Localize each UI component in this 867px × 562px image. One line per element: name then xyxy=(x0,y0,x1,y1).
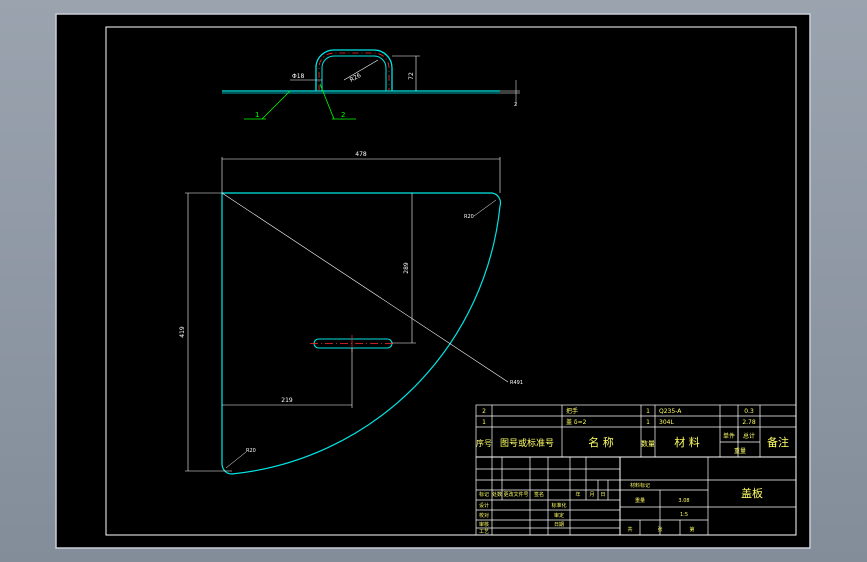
header-note: 备注 xyxy=(767,435,789,449)
bom-row-1-material: Q235-A xyxy=(659,408,682,415)
sheet-of: 张 xyxy=(657,526,662,533)
balloon-1-label: 1 xyxy=(255,111,259,119)
rev-month: 月 xyxy=(589,492,594,498)
role-standard: 标准化 xyxy=(551,502,566,509)
rev-file: 更改文件号 xyxy=(503,491,528,498)
weight-label: 重量 xyxy=(635,497,645,504)
header-total: 总计 xyxy=(743,432,755,440)
role-review: 审核 xyxy=(479,521,489,528)
dim-thickness-label: 2 xyxy=(514,102,517,108)
rev-year: 年 xyxy=(575,491,580,498)
role-approve: 审定 xyxy=(554,512,564,519)
header-qty: 数量 xyxy=(641,439,655,448)
header-weight: 重量 xyxy=(734,447,746,455)
bom-row-2-material: 304L xyxy=(659,419,674,426)
bom-row-1-qty: 1 xyxy=(646,408,650,415)
dim-width-label: 478 xyxy=(355,151,367,158)
balloon-2-label: 2 xyxy=(341,111,345,119)
header-unit: 单件 xyxy=(723,432,735,440)
dim-height-total-label: 419 xyxy=(179,326,186,338)
sheet-prefix: 共 xyxy=(627,526,632,533)
header-index: 序号 xyxy=(476,438,492,448)
dim-offset-label: 219 xyxy=(281,397,293,404)
header-code: 图号或标准号 xyxy=(500,437,554,449)
sheet-no: 第 xyxy=(689,526,694,533)
role-design: 设计 xyxy=(479,502,489,509)
cad-viewport[interactable]: 72 Φ18 R26 2 1 2 R491 478 419 289 219 R2… xyxy=(0,0,867,562)
rev-day: 日 xyxy=(600,492,605,498)
dim-diameter-label: Φ18 xyxy=(292,73,305,80)
role-check: 校对 xyxy=(479,512,489,519)
bom-row-2-name: 盖 δ=2 xyxy=(566,418,587,426)
bom-row-2-index: 1 xyxy=(482,419,486,426)
dim-inner-height-label: 289 xyxy=(403,262,410,274)
header-material: 材 料 xyxy=(674,435,700,449)
bom-row-1-name: 把手 xyxy=(566,407,578,415)
bom-row-1-total: 0.3 xyxy=(744,408,754,415)
drawing-title: 盖板 xyxy=(741,486,763,500)
header-name: 名 称 xyxy=(588,435,614,449)
dim-corner-bl-label: R20 xyxy=(246,448,256,454)
rev-sign: 签名 xyxy=(534,491,544,498)
dim-arc-label: R491 xyxy=(510,380,523,386)
bom-row-2-total: 2.78 xyxy=(742,419,756,426)
bom-row-1-index: 2 xyxy=(482,408,486,415)
material-mark-label: 材料标记 xyxy=(630,482,650,489)
scale-value: 1:5 xyxy=(680,512,688,518)
rev-mark: 标记 xyxy=(479,491,489,498)
weight-value: 3.08 xyxy=(678,498,689,504)
role-process: 工艺 xyxy=(479,529,489,535)
drawing-sheet xyxy=(55,13,811,549)
rev-count: 处数 xyxy=(492,491,502,498)
role-date: 日期 xyxy=(554,522,564,528)
dim-corner-tr-label: R20 xyxy=(464,214,474,220)
bom-row-2-qty: 1 xyxy=(646,419,650,426)
cad-drawing[interactable]: 72 Φ18 R26 2 1 2 R491 478 419 289 219 R2… xyxy=(0,0,867,562)
dim-height-label: 72 xyxy=(408,72,415,80)
